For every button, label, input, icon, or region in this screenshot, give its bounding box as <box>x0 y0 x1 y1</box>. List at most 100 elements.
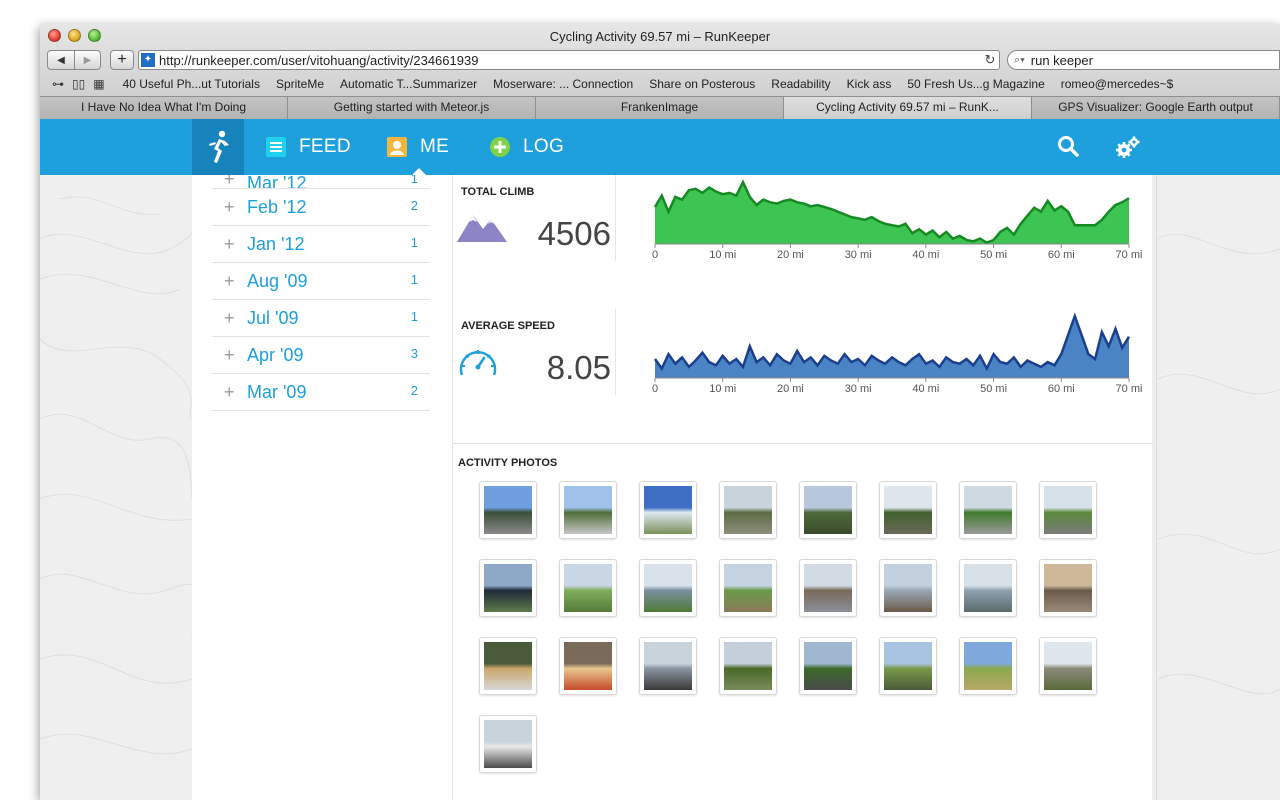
section-divider <box>453 443 1153 444</box>
photo-thumbnail[interactable] <box>479 481 537 539</box>
photo-image <box>884 642 932 690</box>
speed-chart-tick-label: 10 mi <box>709 383 736 395</box>
bookmark-item[interactable]: romeo@mercedes~$ <box>1061 77 1174 91</box>
nav-log[interactable]: LOG <box>489 119 564 175</box>
photo-thumbnail[interactable] <box>559 481 617 539</box>
bookmark-item[interactable]: Readability <box>771 77 830 91</box>
month-row[interactable]: + Aug '09 1 <box>212 263 430 300</box>
site-search-icon[interactable] <box>1057 135 1079 162</box>
photo-thumbnail[interactable] <box>799 559 857 617</box>
active-nav-caret <box>412 168 426 175</box>
photo-thumbnail[interactable] <box>639 559 697 617</box>
climb-chart-tick-label: 60 mi <box>1048 249 1075 261</box>
bookmark-item[interactable]: Share on Posterous <box>649 77 755 91</box>
photo-image <box>564 642 612 690</box>
photo-thumbnail[interactable] <box>479 559 537 617</box>
browser-tab-active[interactable]: Cycling Activity 69.57 mi – RunK... <box>784 97 1032 119</box>
search-input[interactable]: run keeper <box>1031 53 1093 68</box>
bookmark-item[interactable]: Moserware: ... Connection <box>493 77 633 91</box>
photo-thumbnail[interactable] <box>879 559 937 617</box>
photo-image <box>884 486 932 534</box>
photo-thumbnail[interactable] <box>1039 481 1097 539</box>
month-count: 1 <box>410 309 418 324</box>
nav-me[interactable]: ME <box>386 119 449 175</box>
expand-plus-icon: + <box>224 175 235 189</box>
photo-thumbnail[interactable] <box>479 637 537 695</box>
photo-thumbnail[interactable] <box>1039 637 1097 695</box>
nav-feed[interactable]: FEED <box>265 119 351 175</box>
settings-gear-icon[interactable] <box>1115 135 1141 164</box>
forward-arrow-icon: ▶ <box>83 54 92 66</box>
photo-thumbnail[interactable] <box>879 637 937 695</box>
reading-glasses-icon[interactable]: ⊶ <box>52 77 64 91</box>
bookmark-item[interactable]: 40 Useful Ph...ut Tutorials <box>123 77 260 91</box>
month-count: 3 <box>410 346 418 361</box>
top-sites-grid-icon[interactable]: ▦ <box>93 77 104 91</box>
month-row[interactable]: + Jan '12 1 <box>212 226 430 263</box>
metric-divider <box>615 175 616 261</box>
month-row[interactable]: + Jul '09 1 <box>212 300 430 337</box>
photo-image <box>1044 642 1092 690</box>
photo-thumbnail[interactable] <box>959 637 1017 695</box>
month-row[interactable]: + Feb '12 2 <box>212 189 430 226</box>
activity-month-list: + Mar '12 1 + Feb '12 2 + Jan '12 1 + Au… <box>212 175 430 411</box>
month-row[interactable]: + Mar '12 1 <box>212 175 430 189</box>
me-icon <box>386 136 408 158</box>
photo-thumbnail[interactable] <box>559 637 617 695</box>
photo-thumbnail[interactable] <box>1039 559 1097 617</box>
photo-image <box>644 486 692 534</box>
browser-tab[interactable]: Getting started with Meteor.js <box>288 97 536 119</box>
photo-thumbnail[interactable] <box>639 637 697 695</box>
photo-thumbnail[interactable] <box>719 559 777 617</box>
search-field[interactable]: ⌕▾ run keeper <box>1007 50 1280 70</box>
total-climb-chart: 0 10 mi 20 mi 30 mi 40 mi 50 mi 60 mi 70 mi <box>652 179 1142 261</box>
climb-chart-tick-label: 20 mi <box>777 249 804 261</box>
address-bar[interactable]: ✦ http://runkeeper.com/user/vitohuang/ac… <box>138 50 1000 70</box>
photo-image <box>564 486 612 534</box>
expand-plus-icon: + <box>224 271 235 291</box>
bookmark-item[interactable]: Kick ass <box>847 77 892 91</box>
photo-thumbnail[interactable] <box>639 481 697 539</box>
runner-logo-icon <box>209 130 229 163</box>
photo-thumbnail[interactable] <box>959 481 1017 539</box>
month-label: Mar '12 <box>247 175 307 189</box>
photo-thumbnail[interactable] <box>799 481 857 539</box>
runkeeper-logo[interactable] <box>192 119 244 175</box>
forward-button[interactable]: ▶ <box>74 51 100 69</box>
photo-thumbnail[interactable] <box>799 637 857 695</box>
average-speed-section: AVERAGE SPEED 8.05 0 10 mi 20 mi 30 mi 40 mi… <box>453 309 1153 429</box>
month-label: Mar '09 <box>247 381 307 402</box>
photo-thumbnail[interactable] <box>719 481 777 539</box>
url-input[interactable]: http://runkeeper.com/user/vitohuang/acti… <box>159 53 981 68</box>
expand-plus-icon: + <box>224 382 235 402</box>
bookmarks-book-icon[interactable]: ▯▯ <box>72 77 85 91</box>
photo-image <box>564 564 612 612</box>
expand-plus-icon: + <box>224 345 235 365</box>
photo-image <box>1044 486 1092 534</box>
browser-tab[interactable]: I Have No Idea What I'm Doing <box>40 97 288 119</box>
photo-image <box>1044 564 1092 612</box>
add-bookmark-button[interactable]: + <box>110 50 134 70</box>
browser-tab[interactable]: FrankenImage <box>536 97 784 119</box>
back-button[interactable]: ◀ <box>48 51 74 69</box>
month-row[interactable]: + Apr '09 3 <box>212 337 430 374</box>
reload-icon[interactable]: ↻ <box>981 52 999 68</box>
bookmark-item[interactable]: SpriteMe <box>276 77 324 91</box>
month-row[interactable]: + Mar '09 2 <box>212 374 430 411</box>
browser-window: Cycling Activity 69.57 mi – RunKeeper ◀ … <box>40 24 1280 800</box>
photo-thumbnail[interactable] <box>959 559 1017 617</box>
feed-icon <box>265 136 287 158</box>
speed-chart-tick-label: 40 mi <box>912 383 939 395</box>
photo-thumbnail[interactable] <box>879 481 937 539</box>
photo-thumbnail[interactable] <box>719 637 777 695</box>
photo-image <box>644 642 692 690</box>
bookmark-item[interactable]: 50 Fresh Us...g Magazine <box>907 77 1044 91</box>
photo-thumbnail[interactable] <box>559 559 617 617</box>
month-count: 1 <box>410 235 418 250</box>
browser-tab[interactable]: GPS Visualizer: Google Earth output <box>1032 97 1280 119</box>
log-plus-icon <box>489 136 511 158</box>
photo-thumbnail[interactable] <box>479 715 537 773</box>
search-icon: ⌕▾ <box>1014 53 1025 66</box>
bookmark-item[interactable]: Automatic T...Summarizer <box>340 77 477 91</box>
total-climb-title: TOTAL CLIMB <box>461 186 535 198</box>
